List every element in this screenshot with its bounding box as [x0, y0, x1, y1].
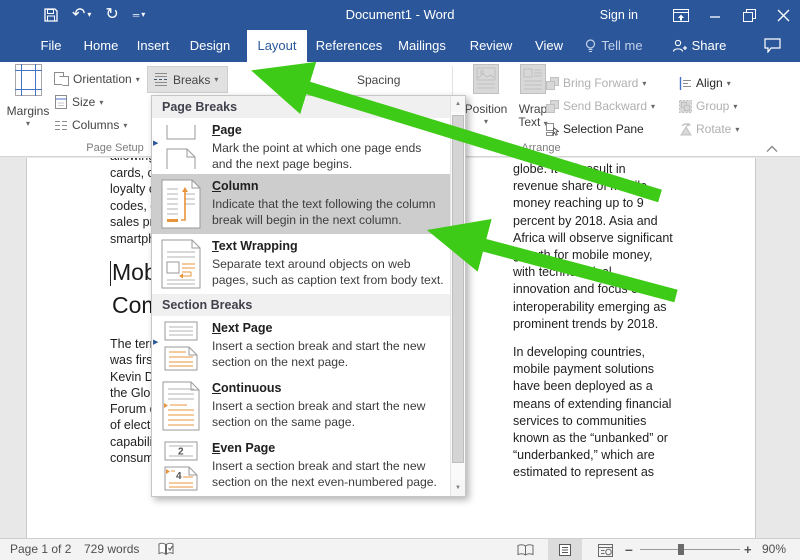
word-application-window: ↶▾ ↻ ═▾ Document1 - Word Sign in File Ho… [0, 0, 800, 560]
indent-label-partial: ndent [270, 73, 300, 87]
bring-forward-button[interactable]: Bring Forward▾ [546, 75, 646, 91]
scroll-down-icon[interactable]: ▼ [451, 480, 465, 496]
doc-left-column-text-top: allowing cards, c loyalty c codes, c sal… [110, 158, 157, 247]
doc-right-column-paragraph-1: globe. It will result in revenue share o… [513, 161, 673, 333]
margins-button[interactable]: Margins ▾ [6, 64, 50, 153]
tab-review[interactable]: Review [463, 30, 519, 62]
tab-file[interactable]: File [28, 30, 74, 62]
chevron-down-icon: ▾ [464, 117, 508, 126]
rotate-icon [679, 123, 692, 136]
size-button[interactable]: Size▾ [54, 94, 103, 110]
align-icon [679, 77, 692, 90]
tab-references[interactable]: References [313, 30, 385, 62]
menu-item-text-wrapping-break[interactable]: Text Wrapping Separate text around objec… [152, 234, 450, 294]
send-backward-icon [546, 100, 559, 113]
send-backward-button[interactable]: Send Backward▾ [546, 98, 655, 114]
next-page-break-icon [161, 321, 201, 371]
share-button[interactable]: Share [666, 30, 732, 62]
sign-in-link[interactable]: Sign in [600, 8, 638, 22]
menu-scrollbar[interactable]: ▲ ▼ [450, 96, 465, 496]
text-cursor [110, 261, 111, 286]
wrap-text-icon [520, 64, 546, 94]
menu-item-even-page-break[interactable]: 24 Even Page Insert a section break and … [152, 436, 450, 496]
zoom-out-button[interactable]: – [625, 539, 633, 560]
scrollbar-thumb[interactable] [452, 115, 464, 463]
rotate-button[interactable]: Rotate▾ [679, 121, 739, 137]
page-break-icon [161, 123, 201, 173]
column-break-icon [161, 179, 201, 229]
ribbon-display-options-icon[interactable] [664, 0, 698, 30]
tab-home[interactable]: Home [78, 30, 124, 62]
status-bar: Page 1 of 2 729 words – + 90% [0, 538, 800, 560]
collapse-ribbon-icon[interactable] [766, 140, 786, 154]
menu-item-continuous-break[interactable]: Continuous Insert a section break and st… [152, 376, 450, 436]
menu-item-column-break[interactable]: Column Indicate that the text following … [152, 174, 450, 234]
selection-pane-button[interactable]: Selection Pane [546, 121, 644, 137]
position-icon [473, 64, 499, 94]
align-button[interactable]: Align▾ [679, 75, 731, 91]
tab-layout[interactable]: Layout [247, 30, 307, 62]
columns-button[interactable]: Columns▾ [54, 117, 127, 133]
orientation-icon [54, 72, 69, 86]
zoom-in-button[interactable]: + [744, 539, 752, 560]
continuous-break-icon [161, 381, 201, 431]
break-position-marker-icon: ▶ [153, 339, 158, 347]
menu-item-next-page-break[interactable]: Next Page Insert a section break and sta… [152, 316, 450, 376]
tell-me-box[interactable]: Tell me [578, 30, 650, 62]
read-mode-view-button[interactable] [508, 539, 542, 560]
even-page-break-icon: 24 [161, 441, 201, 491]
group-button[interactable]: Group▾ [679, 98, 737, 114]
breaks-dropdown-menu: Page Breaks Page Mark the point at which… [151, 95, 466, 497]
menu-item-page-break[interactable]: Page Mark the point at which one page en… [152, 118, 450, 174]
tab-insert[interactable]: Insert [130, 30, 176, 62]
zoom-level[interactable]: 90% [762, 539, 786, 560]
page-indicator[interactable]: Page 1 of 2 [10, 539, 71, 560]
doc-right-column-paragraph-2: In developing countries, mobile payment … [513, 344, 671, 482]
share-person-icon [672, 39, 687, 53]
position-button[interactable]: Position ▾ [464, 64, 508, 153]
orientation-button[interactable]: Orientation▾ [54, 71, 140, 87]
scroll-up-icon[interactable]: ▲ [451, 96, 465, 112]
columns-icon [54, 119, 68, 132]
break-position-marker-icon: ▶ [153, 140, 158, 148]
breaks-icon [153, 72, 169, 87]
tab-view[interactable]: View [527, 30, 571, 62]
tab-design[interactable]: Design [184, 30, 236, 62]
svg-text:4: 4 [176, 471, 182, 482]
size-icon [54, 95, 68, 109]
menu-section-header-section-breaks: Section Breaks [152, 294, 450, 316]
minimize-button[interactable] [698, 0, 732, 30]
zoom-slider-thumb[interactable] [678, 544, 684, 555]
menu-section-header-page-breaks: Page Breaks [152, 96, 450, 118]
restore-button[interactable] [732, 0, 766, 30]
chevron-down-icon: ▾ [6, 119, 50, 128]
close-button[interactable] [766, 0, 800, 30]
margins-icon [15, 64, 42, 96]
title-bar: ↶▾ ↻ ═▾ Document1 - Word Sign in [0, 0, 800, 30]
page-setup-group-label: Page Setup [72, 142, 158, 154]
svg-text:2: 2 [178, 447, 184, 458]
spacing-label: Spacing [357, 73, 400, 87]
zoom-slider-track[interactable] [640, 549, 740, 550]
web-layout-view-button[interactable] [588, 539, 622, 560]
breaks-button[interactable]: Breaks▾ [147, 66, 228, 93]
tab-mailings[interactable]: Mailings [391, 30, 453, 62]
comments-icon[interactable] [752, 30, 792, 62]
text-wrapping-break-icon [161, 239, 201, 289]
arrange-group-label: Arrange [498, 142, 584, 154]
lightbulb-icon [585, 39, 596, 54]
print-layout-view-button[interactable] [548, 539, 582, 560]
word-count[interactable]: 729 words [84, 539, 139, 560]
ribbon-tab-row: File Home Insert Design Layout Reference… [0, 30, 800, 62]
group-icon [679, 100, 692, 113]
selection-pane-icon [546, 123, 559, 136]
proofing-status-icon[interactable] [158, 542, 174, 560]
bring-forward-icon [546, 77, 559, 90]
